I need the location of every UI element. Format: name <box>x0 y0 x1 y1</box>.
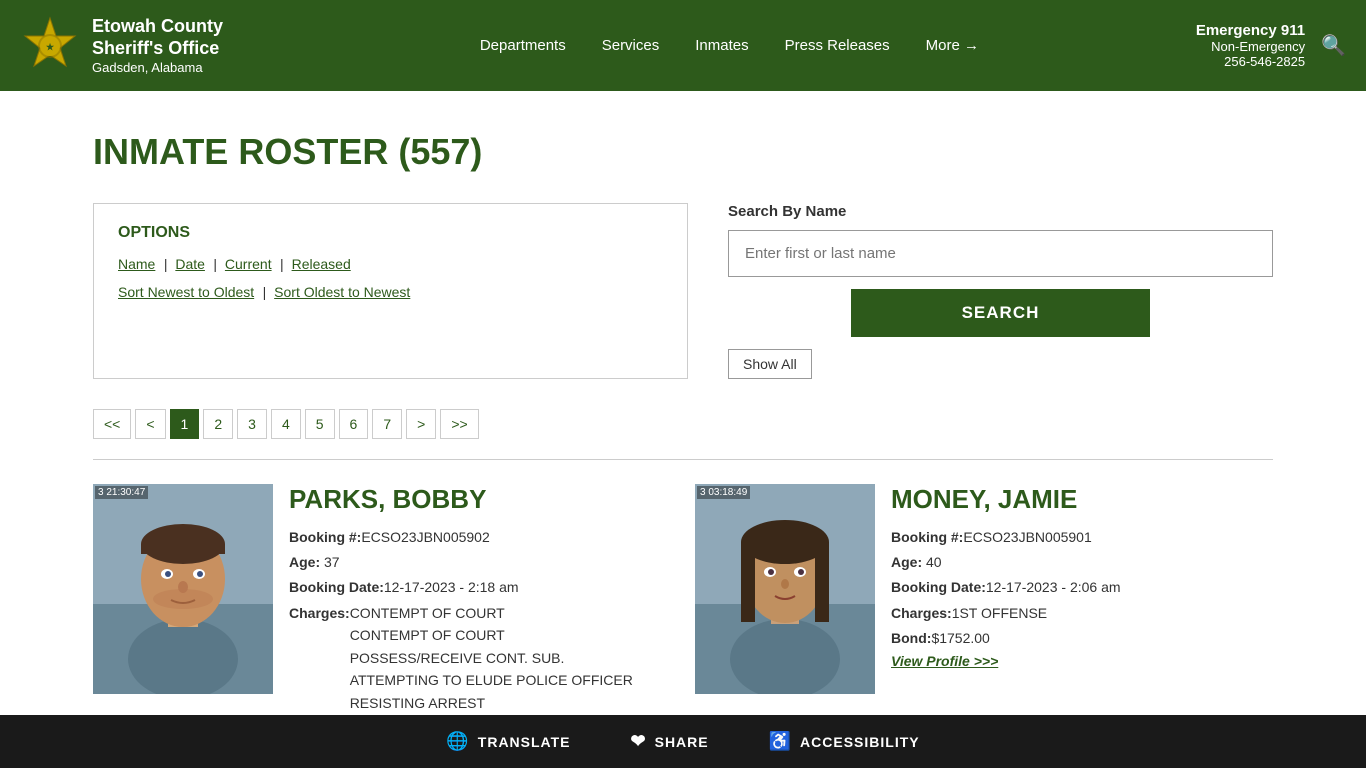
footer-accessibility[interactable]: ♿ ACCESSIBILITY <box>769 731 920 752</box>
accessibility-icon: ♿ <box>769 731 792 752</box>
globe-icon: 🌐 <box>446 731 469 752</box>
org-line1: Etowah County <box>92 16 223 38</box>
mugshot-svg-female <box>695 484 875 694</box>
page-first[interactable]: << <box>93 409 131 439</box>
header-search-button[interactable]: 🔍 <box>1321 33 1346 58</box>
page-7[interactable]: 7 <box>372 409 402 439</box>
main-nav: Departments Services Inmates Press Relea… <box>263 7 1196 84</box>
view-profile-link[interactable]: View Profile >>> <box>891 653 998 669</box>
org-location: Gadsden, Alabama <box>92 60 223 75</box>
options-title: OPTIONS <box>118 224 663 242</box>
option-link-released[interactable]: Released <box>292 256 351 272</box>
non-emergency-label: Non-Emergency <box>1196 39 1305 54</box>
page-prev[interactable]: < <box>135 409 165 439</box>
nav-inmates[interactable]: Inmates <box>677 7 766 84</box>
nav-services[interactable]: Services <box>584 7 678 84</box>
option-link-date[interactable]: Date <box>175 256 205 272</box>
inmate-charges: Charges: 1ST OFFENSE <box>891 602 1273 624</box>
page-last[interactable]: >> <box>440 409 478 439</box>
page-1[interactable]: 1 <box>170 409 200 439</box>
page-5[interactable]: 5 <box>305 409 335 439</box>
header-right: Emergency 911 Non-Emergency 256-546-2825… <box>1196 22 1346 69</box>
inmate-charges: Charges: CONTEMPT OF COURT CONTEMPT OF C… <box>289 602 671 714</box>
inmate-age: Age: 40 <box>891 552 1273 573</box>
inmate-booking-num: Booking #:ECSO23JBN005901 <box>891 527 1273 548</box>
nav-departments[interactable]: Departments <box>462 7 584 84</box>
page-3[interactable]: 3 <box>237 409 267 439</box>
options-search-row: OPTIONS Name | Date | Current | Released… <box>93 203 1273 379</box>
inmate-photo: 3 03:18:49 <box>695 484 875 694</box>
photo-timestamp: 3 21:30:47 <box>95 486 148 499</box>
charges-list: 1ST OFFENSE <box>952 602 1047 624</box>
inmate-card: 3 03:18:49 <box>695 484 1273 718</box>
search-button[interactable]: SEARCH <box>851 289 1151 337</box>
options-links: Name | Date | Current | Released <box>118 256 663 274</box>
org-name: Etowah County Sheriff's Office Gadsden, … <box>92 16 223 74</box>
nav-more[interactable]: More → <box>908 7 997 84</box>
inmate-booking-num: Booking #:ECSO23JBN005902 <box>289 527 671 548</box>
footer-bar: 🌐 TRANSLATE ❤ SHARE ♿ ACCESSIBILITY <box>0 715 1366 768</box>
page-4[interactable]: 4 <box>271 409 301 439</box>
inmate-grid: 3 21:30:47 <box>93 484 1273 718</box>
inmate-photo: 3 21:30:47 <box>93 484 273 694</box>
page-next[interactable]: > <box>406 409 436 439</box>
mugshot-svg-male <box>93 484 273 694</box>
footer-translate[interactable]: 🌐 TRANSLATE <box>446 731 570 752</box>
option-link-current[interactable]: Current <box>225 256 272 272</box>
emergency-label: Emergency 911 <box>1196 22 1305 39</box>
search-label: Search By Name <box>728 203 1273 220</box>
main-content: INMATE ROSTER (557) OPTIONS Name | Date … <box>33 91 1333 758</box>
share-icon: ❤ <box>631 731 647 752</box>
page-6[interactable]: 6 <box>339 409 369 439</box>
nav-press-releases[interactable]: Press Releases <box>767 7 908 84</box>
content-divider <box>93 459 1273 460</box>
svg-text:★: ★ <box>46 42 55 52</box>
option-link-name[interactable]: Name <box>118 256 155 272</box>
inmate-info: PARKS, BOBBY Booking #:ECSO23JBN005902 A… <box>289 484 671 718</box>
charges-list: CONTEMPT OF COURT CONTEMPT OF COURT POSS… <box>350 602 633 714</box>
inmate-name: MONEY, JAMIE <box>891 484 1273 515</box>
sort-newest[interactable]: Sort Newest to Oldest <box>118 284 254 300</box>
org-line2: Sheriff's Office <box>92 38 223 60</box>
inmate-card: 3 21:30:47 <box>93 484 671 718</box>
inmate-info: MONEY, JAMIE Booking #:ECSO23JBN005901 A… <box>891 484 1273 671</box>
inmate-bond: Bond:$1752.00 <box>891 628 1273 649</box>
search-input[interactable] <box>728 230 1273 277</box>
pagination: << < 1 2 3 4 5 6 7 > >> <box>93 409 1273 439</box>
header-logo: ★ Etowah County Sheriff's Office Gadsden… <box>20 16 223 76</box>
options-box: OPTIONS Name | Date | Current | Released… <box>93 203 688 379</box>
options-sort: Sort Newest to Oldest | Sort Oldest to N… <box>118 284 663 302</box>
inmate-age: Age: 37 <box>289 552 671 573</box>
inmate-booking-date: Booking Date:12-17-2023 - 2:18 am <box>289 577 671 598</box>
page-title: INMATE ROSTER (557) <box>93 131 1273 173</box>
footer-share[interactable]: ❤ SHARE <box>631 731 709 752</box>
site-header: ★ Etowah County Sheriff's Office Gadsden… <box>0 0 1366 91</box>
photo-timestamp: 3 03:18:49 <box>697 486 750 499</box>
sheriff-badge-icon: ★ <box>20 16 80 76</box>
inmate-name: PARKS, BOBBY <box>289 484 671 515</box>
emergency-phone: 256-546-2825 <box>1196 54 1305 69</box>
show-all-button[interactable]: Show All <box>728 349 812 379</box>
inmate-booking-date: Booking Date:12-17-2023 - 2:06 am <box>891 577 1273 598</box>
emergency-info: Emergency 911 Non-Emergency 256-546-2825 <box>1196 22 1305 69</box>
page-2[interactable]: 2 <box>203 409 233 439</box>
sort-oldest[interactable]: Sort Oldest to Newest <box>274 284 410 300</box>
search-box: Search By Name SEARCH Show All <box>728 203 1273 379</box>
